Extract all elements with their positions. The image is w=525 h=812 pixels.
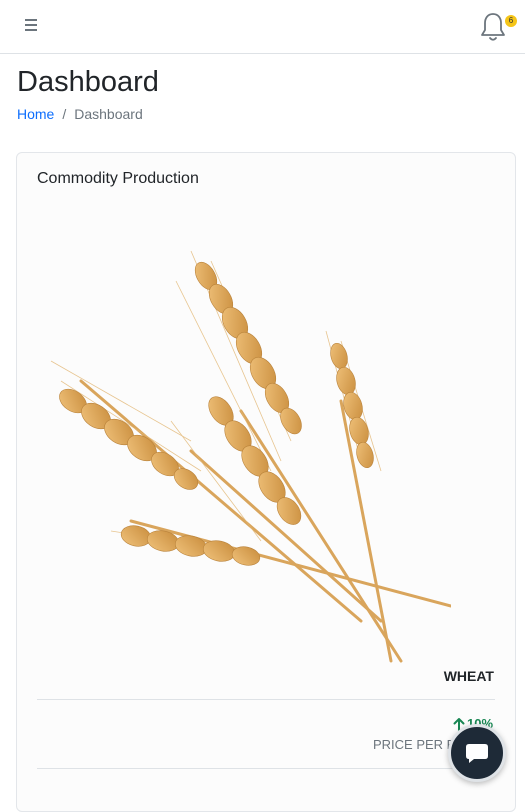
notification-count-badge: 6 <box>505 15 517 27</box>
wheat-image <box>50 250 451 663</box>
page-title: Dashboard <box>17 66 159 98</box>
menu-icon-bar <box>25 19 37 21</box>
breadcrumb: Home / Dashboard <box>17 106 143 122</box>
card-title: Commodity Production <box>37 170 199 187</box>
chat-icon <box>466 744 488 763</box>
notifications-button[interactable]: 6 <box>478 11 517 45</box>
chat-button[interactable] <box>448 724 506 782</box>
price-label: PRICE PER B <box>373 737 456 752</box>
commodity-name: WHEAT <box>443 668 494 684</box>
card-divider <box>37 699 495 700</box>
breadcrumb-home-link[interactable]: Home <box>17 106 54 122</box>
menu-toggle-button[interactable] <box>20 13 44 37</box>
top-navbar: 6 <box>0 0 525 54</box>
menu-icon-bar <box>25 24 37 26</box>
breadcrumb-current: Dashboard <box>74 106 143 122</box>
menu-icon-bar <box>25 29 37 31</box>
card-divider <box>37 768 495 769</box>
bell-icon <box>481 13 505 41</box>
commodity-card: Commodity Production WHEAT PRICE PER B <box>16 152 516 812</box>
breadcrumb-separator: / <box>62 106 67 122</box>
